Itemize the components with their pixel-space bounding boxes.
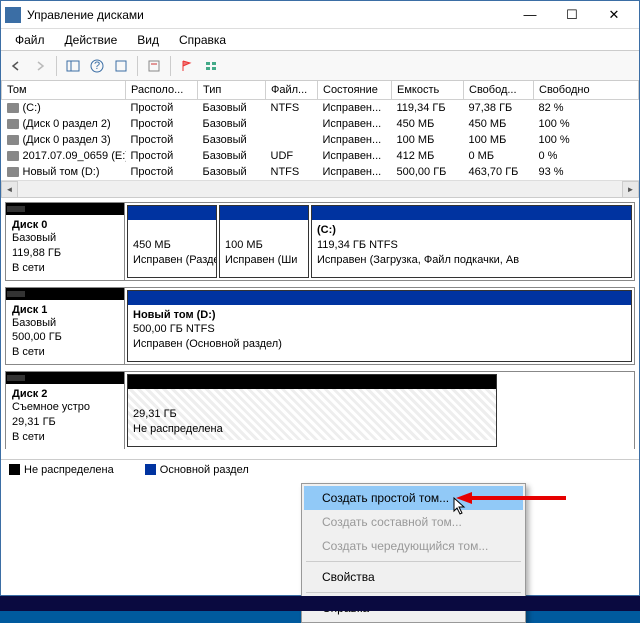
col-free[interactable]: Свобод... xyxy=(464,81,534,100)
ctx-create-striped-volume: Создать чередующийся том... xyxy=(304,534,523,558)
disk-0-partition-1[interactable]: 450 МБИсправен (Раздел в xyxy=(127,205,217,278)
col-fs[interactable]: Файл... xyxy=(266,81,318,100)
legend-swatch-primary xyxy=(145,464,156,475)
ctx-properties[interactable]: Свойства xyxy=(304,565,523,589)
disk-1-row: Диск 1 Базовый 500,00 ГБ В сети Новый то… xyxy=(5,287,635,366)
svg-text:?: ? xyxy=(94,60,100,72)
properties-icon[interactable] xyxy=(143,55,165,77)
maximize-button[interactable]: ☐ xyxy=(551,2,593,28)
help-icon[interactable]: ? xyxy=(86,55,108,77)
grid-icon[interactable] xyxy=(200,55,222,77)
app-icon xyxy=(5,7,21,23)
table-row[interactable]: (C:)ПростойБазовыйNTFSИсправен...119,34 … xyxy=(2,100,639,117)
disk-graphical-view: Диск 0 Базовый 119,88 ГБ В сети 450 МБИс… xyxy=(1,198,639,459)
legend-unallocated: Не распределена xyxy=(24,464,114,476)
menu-view[interactable]: Вид xyxy=(127,31,169,49)
menu-file[interactable]: Файл xyxy=(5,31,55,49)
titlebar: Управление дисками — ☐ ✕ xyxy=(1,1,639,29)
legend: Не распределена Основной раздел xyxy=(1,459,639,480)
col-capacity[interactable]: Емкость xyxy=(392,81,464,100)
col-volume[interactable]: Том xyxy=(2,81,126,100)
disk-0-partition-2[interactable]: 100 МБИсправен (Ши xyxy=(219,205,309,278)
ctx-create-spanned-volume: Создать составной том... xyxy=(304,510,523,534)
menu-action[interactable]: Действие xyxy=(55,31,128,49)
volume-table: Том Располо... Тип Файл... Состояние Емк… xyxy=(1,81,639,198)
close-button[interactable]: ✕ xyxy=(593,2,635,28)
menu-help[interactable]: Справка xyxy=(169,31,236,49)
disk-2-row: Диск 2 Съемное устро 29,31 ГБ В сети 29,… xyxy=(5,371,635,449)
panel-icon[interactable] xyxy=(62,55,84,77)
flag-icon[interactable] xyxy=(176,55,198,77)
col-status[interactable]: Состояние xyxy=(318,81,392,100)
disk-0-row: Диск 0 Базовый 119,88 ГБ В сети 450 МБИс… xyxy=(5,202,635,281)
back-icon[interactable] xyxy=(5,55,27,77)
toolbar: ? xyxy=(1,51,639,81)
disk-1-label[interactable]: Диск 1 Базовый 500,00 ГБ В сети xyxy=(6,288,125,365)
table-row[interactable]: 2017.07.09_0659 (E:)ПростойБазовыйUDFИсп… xyxy=(2,148,639,164)
legend-primary: Основной раздел xyxy=(160,464,249,476)
forward-icon[interactable] xyxy=(29,55,51,77)
legend-swatch-unallocated xyxy=(9,464,20,475)
table-row[interactable]: Новый том (D:)ПростойБазовыйNTFSИсправен… xyxy=(2,164,639,180)
menubar: Файл Действие Вид Справка xyxy=(1,29,639,51)
disk-2-unallocated[interactable]: 29,31 ГБНе распределена xyxy=(127,374,497,447)
minimize-button[interactable]: — xyxy=(509,2,551,28)
disk-0-partition-c[interactable]: (C:)119,34 ГБ NTFSИсправен (Загрузка, Фа… xyxy=(311,205,632,278)
ctx-create-simple-volume[interactable]: Создать простой том... xyxy=(304,486,523,510)
col-layout[interactable]: Располо... xyxy=(126,81,198,100)
table-row[interactable]: (Диск 0 раздел 3)ПростойБазовыйИсправен.… xyxy=(2,132,639,148)
disk-2-label[interactable]: Диск 2 Съемное устро 29,31 ГБ В сети xyxy=(6,372,125,449)
table-header-row: Том Располо... Тип Файл... Состояние Емк… xyxy=(2,81,639,100)
col-type[interactable]: Тип xyxy=(198,81,266,100)
col-percent[interactable]: Свободно xyxy=(534,81,639,100)
disk-0-label[interactable]: Диск 0 Базовый 119,88 ГБ В сети xyxy=(6,203,125,280)
taskbar-strip xyxy=(0,596,640,611)
disk-1-partition-d[interactable]: Новый том (D:)500,00 ГБ NTFSИсправен (Ос… xyxy=(127,290,632,363)
refresh-icon[interactable] xyxy=(110,55,132,77)
h-scrollbar[interactable]: ◄► xyxy=(1,180,639,197)
window-title: Управление дисками xyxy=(27,8,509,22)
table-row[interactable]: (Диск 0 раздел 2)ПростойБазовыйИсправен.… xyxy=(2,116,639,132)
